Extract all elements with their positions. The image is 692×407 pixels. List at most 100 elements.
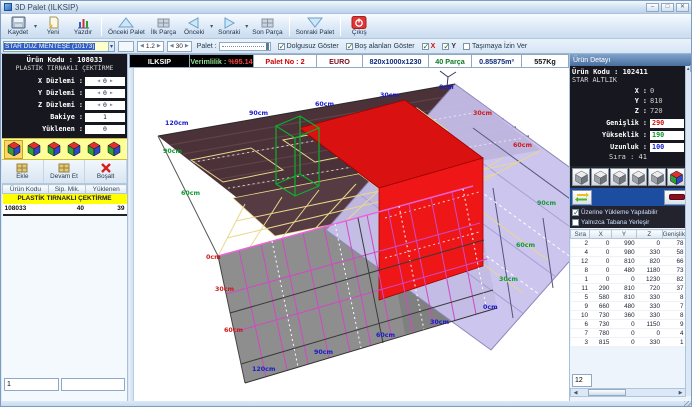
close-button[interactable]: ✕ [676,3,689,12]
empty-input[interactable] [61,378,125,391]
z-plane-spinner[interactable]: ◀0▶ [85,101,125,110]
placement-table-row[interactable]: 12 0 810 820 66 [571,257,686,266]
orientation-button[interactable] [572,168,590,186]
height-field[interactable]: 190 [650,131,684,140]
chevron-down-icon[interactable]: ▾ [108,42,114,51]
cube-icon [26,141,42,157]
order-data-row[interactable]: 108033 40 39 [3,204,127,215]
cube-view-button[interactable] [84,140,103,159]
gray-cube-icon [574,170,589,185]
placement-options: Üzerine Yükleme Yapılabilir Yalnızca Tab… [570,206,692,228]
next-dropdown-caret[interactable]: ▾ [245,23,248,30]
bakiye-field[interactable]: 1 [85,113,125,122]
placement-table-row[interactable]: 4 0 980 330 58 [571,248,686,257]
maximize-button[interactable]: □ [661,3,674,12]
cube-view-button[interactable] [44,140,63,159]
first-part-icon [156,16,171,29]
horizontal-scrollbar[interactable]: ◀ ▶ [570,388,686,397]
dimension-label: 90cm [537,200,556,207]
x-plane-spinner[interactable]: ◀0▶ [85,77,125,86]
dimension-label: 60cm [513,142,532,149]
resize-grip[interactable] [684,401,692,407]
placement-table-row[interactable]: 7 780 0 0 4 [571,329,686,338]
width-field[interactable]: 290 [650,119,684,128]
cube-view-button[interactable] [64,140,83,159]
orientation-strip [570,166,692,188]
page-number-input[interactable]: 1 [4,378,59,391]
checkbox-y[interactable]: Y [442,43,456,50]
placement-table-row[interactable]: 3 815 0 330 1 [571,338,686,347]
checkbox-dolgusuz-goster[interactable]: Dolgusuz Göster [278,43,339,50]
scroll-left-icon[interactable]: ◀ [571,390,580,396]
placement-table-row[interactable]: 6 730 0 1150 9 [571,320,686,329]
previous-dropdown-caret[interactable]: ▾ [210,23,213,30]
checkbox-yalnizca-tabana[interactable]: Yalnızca Tabana Yerleşir [572,217,690,227]
placement-table-row[interactable]: 1 0 0 1230 82 [571,275,686,284]
orientation-button[interactable] [610,168,628,186]
scrollbar-thumb[interactable] [588,389,626,396]
swap-button[interactable] [572,190,592,205]
next-icon [222,16,236,29]
detail-product-name: STAR ALTLIK [572,76,684,87]
detail-product-code: Ürün Kodu : 102411 [572,68,684,76]
next-button[interactable]: Sonraki [214,15,244,38]
dimension-label: 30cm [430,319,449,326]
vertical-scrollbar[interactable]: ▲ [685,66,692,396]
previous-pallet-button[interactable]: Önceki Palet [105,15,148,38]
save-dropdown-caret[interactable]: ▾ [34,23,37,30]
product-combobox[interactable]: STAR DÜZ MENTEŞE (10173) ▾ [3,41,115,52]
new-button[interactable]: Yeni [38,15,68,38]
exit-icon [351,16,367,29]
product-info: Ürün Kodu : 108033 PLASTİK TIRNAKLI ÇEKT… [2,54,127,138]
gray-cube-icon [593,170,608,185]
last-part-button[interactable]: Son Parça [249,15,285,38]
efficiency-segment: Verimlilik : %95.14 [190,55,254,67]
order-group-row[interactable]: PLASTİK TIRNAKLI ÇEKTİRME [3,194,127,204]
devam-et-button[interactable]: Devam Et [44,160,86,183]
placement-table-row[interactable]: 9 660 480 330 7 [571,302,686,311]
exit-button[interactable]: Çıkış [344,15,374,38]
print-button[interactable]: Yazdır [68,15,98,38]
small-value-box[interactable] [118,41,134,52]
y-plane-spinner[interactable]: ◀0▶ [85,89,125,98]
cube-view-button[interactable] [24,140,43,159]
checkbox-icon [442,43,449,50]
cube-view-button[interactable] [104,140,123,159]
dimension-label: 30cm [499,276,518,283]
length-field[interactable]: 100 [650,143,684,152]
checkbox-uzerine-yukleme[interactable]: Üzerine Yükleme Yapılabilir [572,207,690,217]
previous-button[interactable]: Önceki [179,15,209,38]
bosalt-button[interactable]: Boşalt [85,160,127,183]
scroll-right-icon[interactable]: ▶ [676,390,685,396]
dimension-label: 30cm [380,92,399,99]
placement-table-row[interactable]: 8 0 480 1180 73 [571,266,686,275]
minimize-button[interactable]: – [646,3,659,12]
orientation-button[interactable] [629,168,647,186]
angle-spinner[interactable]: ◀30▶ [167,41,192,52]
placement-table-row[interactable]: 5 580 810 330 8 [571,293,686,302]
coord-x: 0 [650,87,684,97]
center-area: ILKSIP Verimlilik : %95.14 Palet No : 2 … [129,54,569,401]
orientation-button[interactable] [648,168,666,186]
orientation-button[interactable] [667,168,685,186]
next-pallet-button[interactable]: Sonraki Palet [293,15,338,38]
first-part-button[interactable]: İlk Parça [148,15,179,38]
color-cube-icon [669,170,684,185]
save-button[interactable]: Kaydet [3,15,33,38]
checkbox-x[interactable]: X [422,43,436,50]
zoom-spinner[interactable]: ◀1.2▶ [137,41,164,52]
palet-slider[interactable] [219,42,271,51]
dimension-label: 120cm [165,120,188,127]
placement-table-row[interactable]: 11 290 810 720 37 [571,284,686,293]
ekle-button[interactable]: Ekle [2,160,44,183]
placement-table-row[interactable]: 10 730 360 330 8 [571,311,686,320]
placement-table-row[interactable]: 2 0 990 0 78 [571,239,686,248]
prev-icon [187,16,201,29]
checkbox-bos-alanlari-goster[interactable]: Boş alanları Göster [346,43,415,50]
yuklenen-field[interactable]: 0 [85,125,125,134]
orientation-button[interactable] [591,168,609,186]
row-count-box[interactable]: 12 [572,374,592,387]
checkbox-tasimaya-izin-ver[interactable]: Taşımaya İzin Ver [463,43,527,50]
viewer-3d[interactable]: 120cm90cm60cm30cm0cm30cm60cm90cm60cm30cm… [129,68,569,401]
cube-view-button[interactable] [4,140,23,159]
